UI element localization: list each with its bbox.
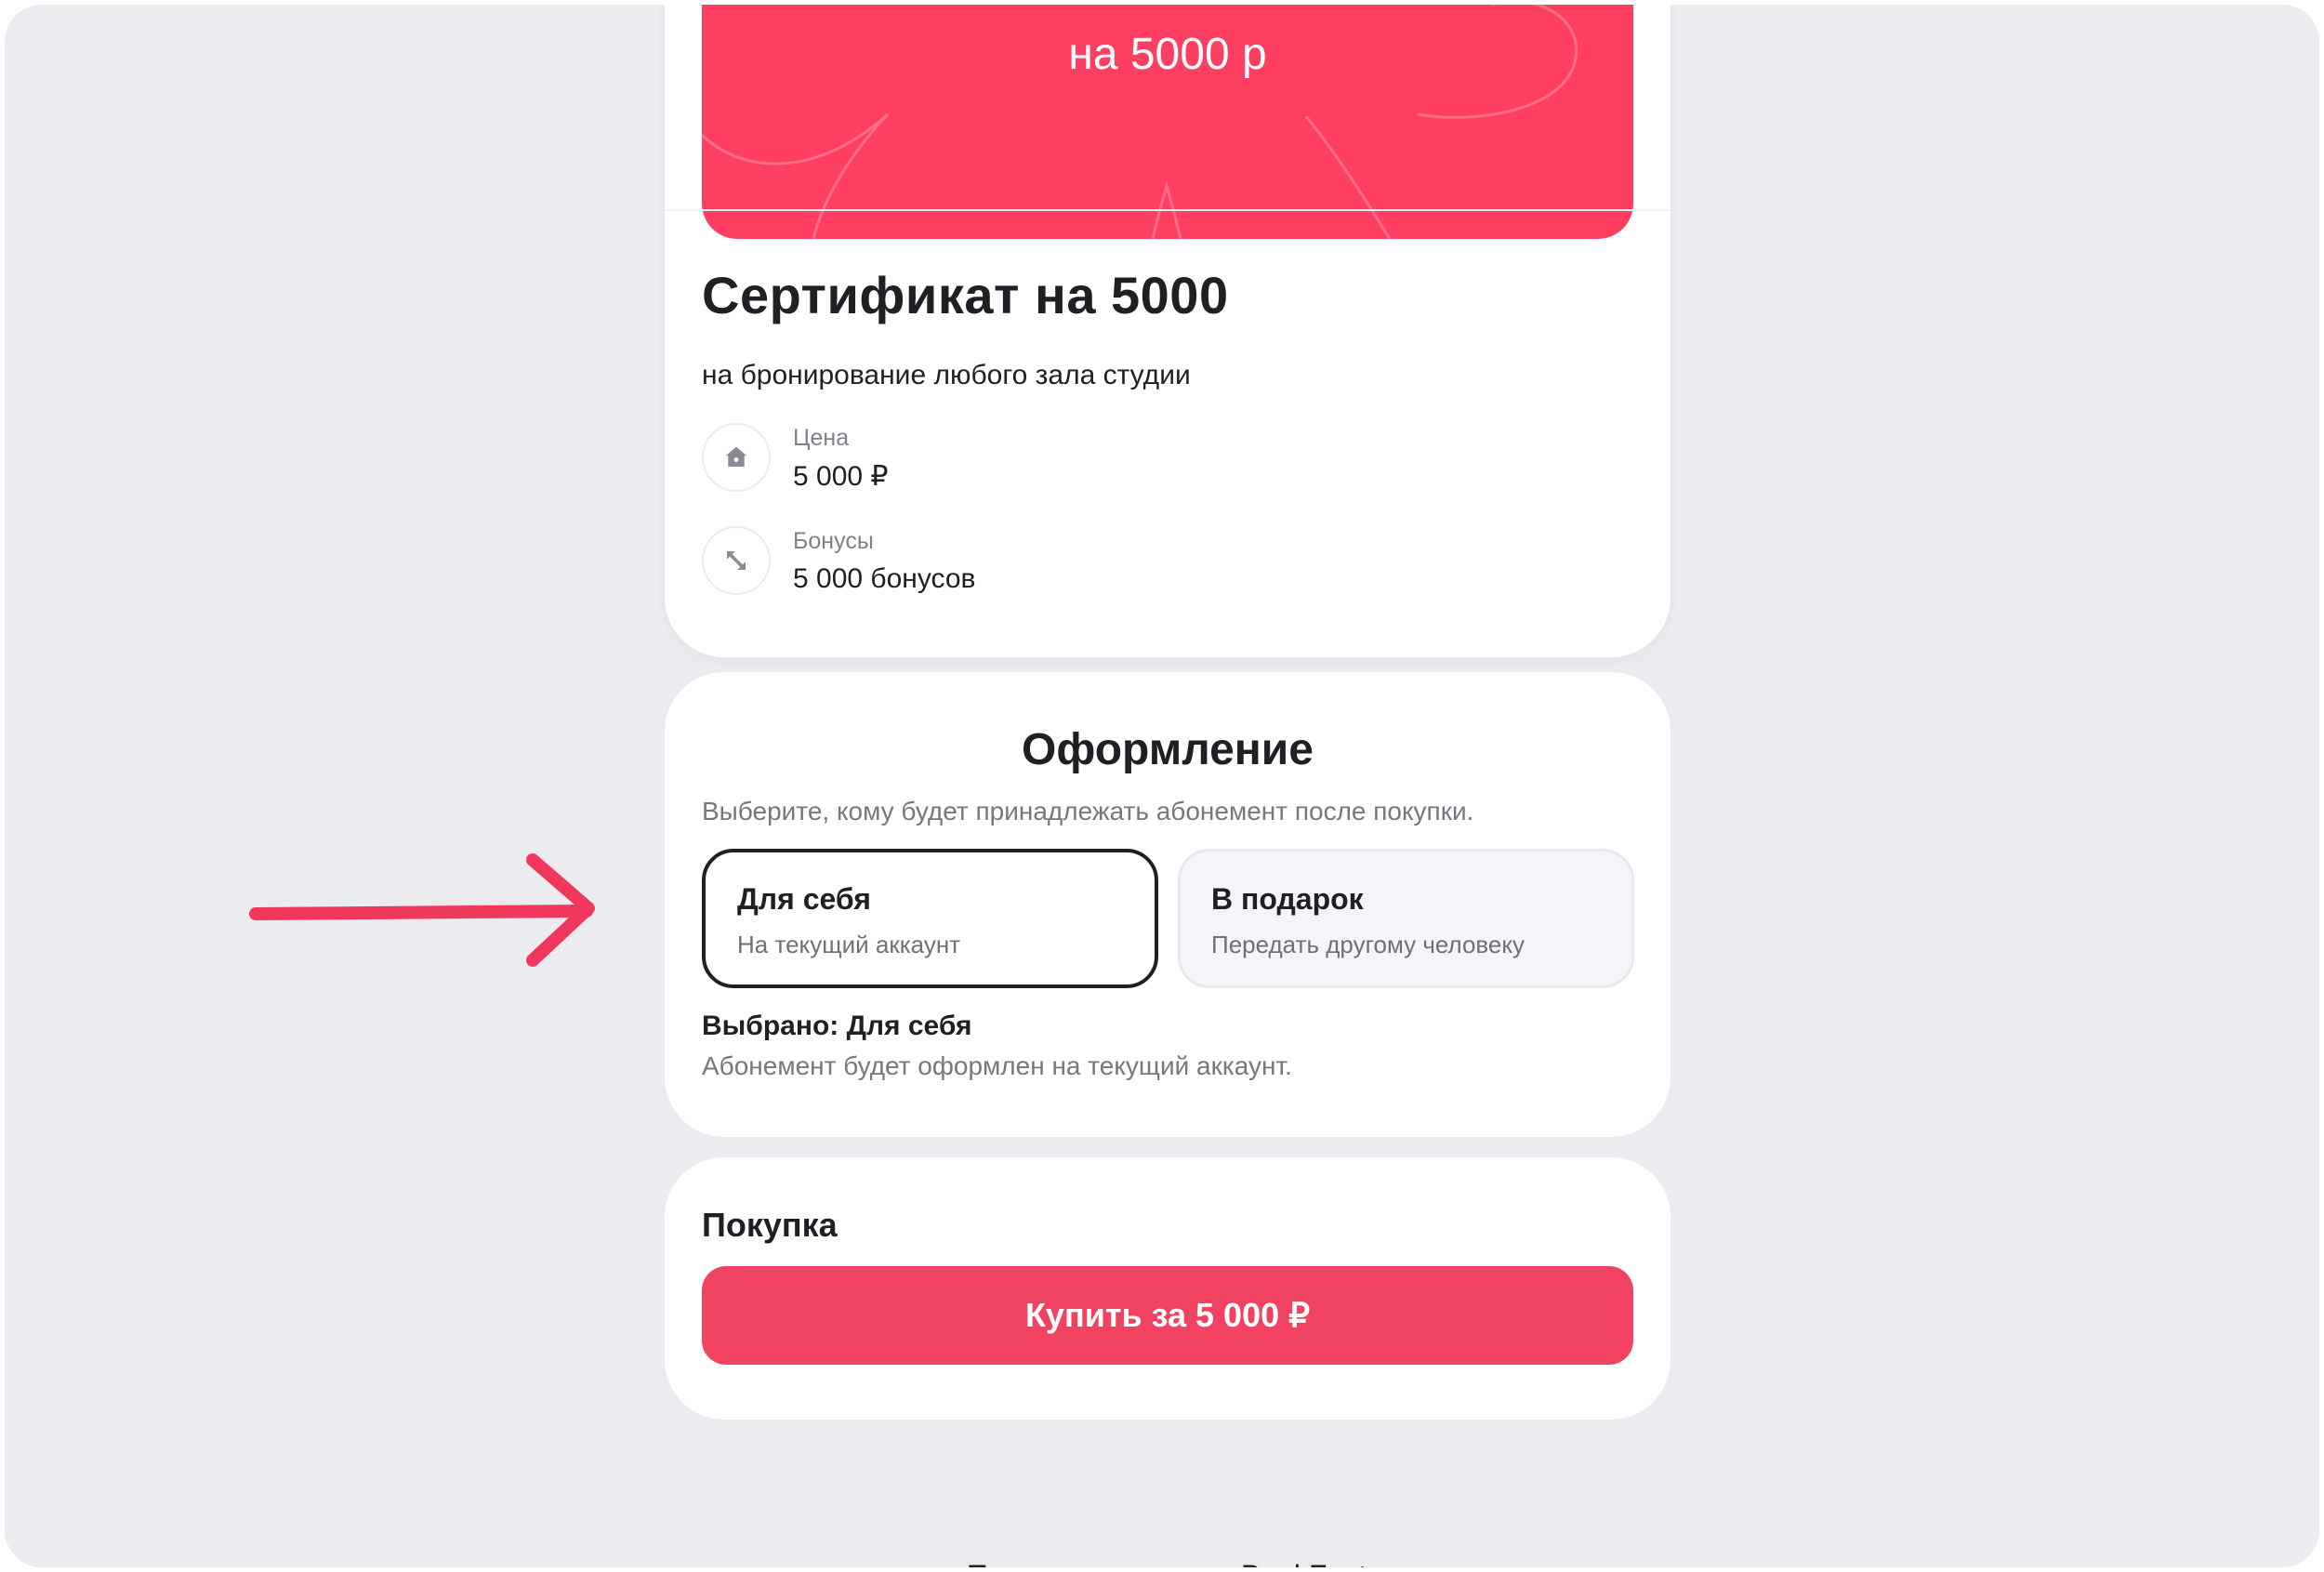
- bonuses-value: 5 000 бонусов: [793, 563, 976, 594]
- bonuses-label: Бонусы: [793, 528, 874, 554]
- chosen-title: Выбрано: Для себя: [702, 1011, 972, 1041]
- option-gift[interactable]: В подарок Передать другому человеку: [1178, 849, 1634, 988]
- registration-card: Оформление Выберите, кому будет принадле…: [665, 672, 1670, 1137]
- certificate-card: на 5000 р Сертификат на 5000 на брониров…: [665, 5, 1670, 657]
- option-title: В подарок: [1211, 882, 1364, 916]
- purchase-title: Покупка: [702, 1206, 838, 1244]
- option-subtitle: На текущий аккаунт: [737, 931, 961, 958]
- annotation-arrow-icon: [249, 853, 595, 967]
- footer-rules-link[interactable]: Правила и условия BookFest: [5, 1559, 2319, 1567]
- option-for-self[interactable]: Для себя На текущий аккаунт: [702, 849, 1158, 988]
- home-icon: [702, 423, 771, 492]
- banner-text: на 5000 р: [1068, 30, 1267, 79]
- arrows-icon: [702, 526, 771, 595]
- bonuses-row: Бонусы 5 000 бонусов: [702, 526, 1538, 597]
- certificate-title: Сертификат на 5000: [702, 266, 1229, 324]
- price-value: 5 000 ₽: [793, 461, 889, 492]
- buy-button[interactable]: Купить за 5 000 ₽: [702, 1266, 1633, 1365]
- purchase-card: Покупка Купить за 5 000 ₽: [665, 1157, 1670, 1420]
- option-title: Для себя: [737, 882, 871, 916]
- price-row: Цена 5 000 ₽: [702, 423, 1538, 494]
- divider: [665, 209, 1670, 211]
- price-label: Цена: [793, 425, 850, 451]
- chosen-description: Абонемент будет оформлен на текущий акка…: [702, 1051, 1292, 1080]
- registration-title: Оформление: [1022, 725, 1314, 774]
- certificate-banner: на 5000 р: [702, 5, 1633, 239]
- option-subtitle: Передать другому человеку: [1211, 931, 1525, 958]
- page-frame: на 5000 р Сертификат на 5000 на брониров…: [5, 5, 2319, 1567]
- certificate-subtitle: на бронирование любого зала студии: [702, 360, 1191, 390]
- registration-hint: Выберите, кому будет принадлежать абонем…: [702, 797, 1474, 826]
